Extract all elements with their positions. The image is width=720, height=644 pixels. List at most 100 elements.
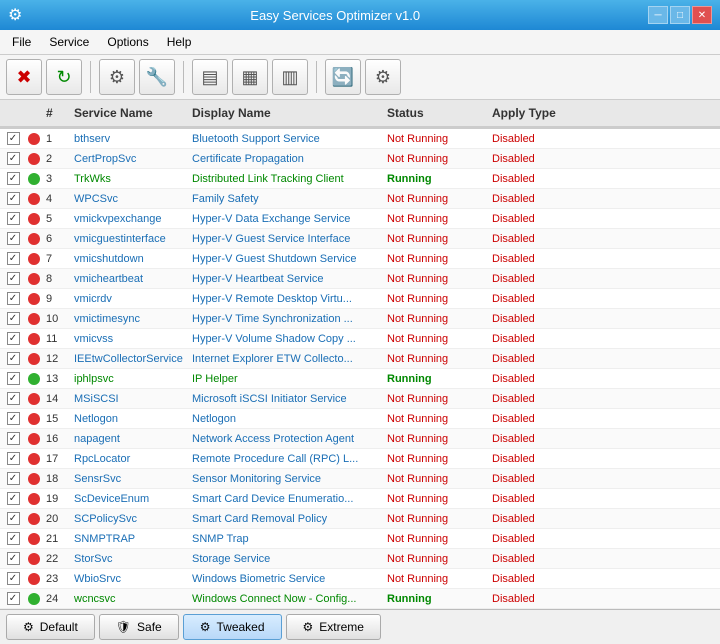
refresh-toolbar-button[interactable]: ↻ (46, 59, 82, 95)
apply-type: Disabled (488, 431, 578, 447)
list1-toolbar-button[interactable]: ▤ (192, 59, 228, 95)
apply-type: Disabled (488, 451, 578, 467)
status-dot (26, 433, 42, 445)
settings2-toolbar-button[interactable]: 🔧 (139, 59, 175, 95)
service-name: IEEtwCollectorService (70, 351, 188, 367)
table-row: 16napagentNetwork Access Protection Agen… (0, 429, 720, 449)
row-checkbox[interactable] (0, 312, 26, 325)
row-number: 1 (42, 131, 70, 147)
service-name: RpcLocator (70, 451, 188, 467)
status-dot (26, 453, 42, 465)
apply-type: Disabled (488, 131, 578, 147)
table-row: 9vmicrdvHyper-V Remote Desktop Virtu...N… (0, 289, 720, 309)
row-number: 14 (42, 391, 70, 407)
status-dot (26, 213, 42, 225)
row-checkbox[interactable] (0, 252, 26, 265)
service-name: vmicrdv (70, 291, 188, 307)
row-checkbox[interactable] (0, 372, 26, 385)
service-name: iphlpsvc (70, 371, 188, 387)
row-checkbox[interactable] (0, 392, 26, 405)
display-name: Smart Card Device Enumeratio... (188, 491, 383, 507)
menu-item-file[interactable]: File (4, 32, 39, 52)
row-number: 5 (42, 211, 70, 227)
row-checkbox[interactable] (0, 512, 26, 525)
status-dot (26, 393, 42, 405)
tab-tweaked[interactable]: ⚙Tweaked (183, 614, 282, 640)
service-status: Not Running (383, 151, 488, 167)
row-number: 6 (42, 231, 70, 247)
apply-type: Disabled (488, 251, 578, 267)
service-name: vmicshutdown (70, 251, 188, 267)
status-dot (26, 493, 42, 505)
service-status: Not Running (383, 131, 488, 147)
update-toolbar-button[interactable]: 🔄 (325, 59, 361, 95)
display-name: Distributed Link Tracking Client (188, 171, 383, 187)
tab-safe[interactable]: 🛡 Safe (99, 614, 179, 640)
row-checkbox[interactable] (0, 172, 26, 185)
row-checkbox[interactable] (0, 212, 26, 225)
row-checkbox[interactable] (0, 472, 26, 485)
row-number: 19 (42, 491, 70, 507)
row-number: 24 (42, 591, 70, 607)
minimize-button[interactable]: ─ (648, 6, 668, 24)
row-checkbox[interactable] (0, 592, 26, 605)
status-dot (26, 513, 42, 525)
apply-type: Disabled (488, 411, 578, 427)
service-status: Not Running (383, 451, 488, 467)
row-checkbox[interactable] (0, 292, 26, 305)
row-checkbox[interactable] (0, 412, 26, 425)
service-name: bthserv (70, 131, 188, 147)
menu-item-service[interactable]: Service (41, 32, 97, 52)
row-checkbox[interactable] (0, 192, 26, 205)
apply-type: Disabled (488, 511, 578, 527)
settings1-toolbar-button[interactable]: ⚙ (99, 59, 135, 95)
apply-type: Disabled (488, 591, 578, 607)
display-name: Storage Service (188, 551, 383, 567)
row-checkbox[interactable] (0, 532, 26, 545)
service-status: Not Running (383, 311, 488, 327)
status-dot (26, 193, 42, 205)
row-checkbox[interactable] (0, 152, 26, 165)
service-status: Not Running (383, 491, 488, 507)
tab-default[interactable]: ⚙Default (6, 614, 95, 640)
table-row: 21SNMPTRAPSNMP TrapNot RunningDisabled (0, 529, 720, 549)
row-number: 2 (42, 151, 70, 167)
row-checkbox[interactable] (0, 452, 26, 465)
col-checkbox (0, 104, 26, 122)
row-checkbox[interactable] (0, 272, 26, 285)
table-row: 1bthservBluetooth Support ServiceNot Run… (0, 129, 720, 149)
row-number: 16 (42, 431, 70, 447)
row-checkbox[interactable] (0, 552, 26, 565)
list2-toolbar-button[interactable]: ▦ (232, 59, 268, 95)
maximize-button[interactable]: □ (670, 6, 690, 24)
bottom-tabs: ⚙Default 🛡 Safe ⚙Tweaked⚙Extreme (0, 609, 720, 644)
display-name: Network Access Protection Agent (188, 431, 383, 447)
stop-toolbar-button[interactable]: ✖ (6, 59, 42, 95)
status-dot (26, 253, 42, 265)
menu-item-options[interactable]: Options (99, 32, 156, 52)
service-status: Not Running (383, 231, 488, 247)
status-dot (26, 473, 42, 485)
row-checkbox[interactable] (0, 352, 26, 365)
close-button[interactable]: ✕ (692, 6, 712, 24)
row-number: 9 (42, 291, 70, 307)
table-row: 3TrkWksDistributed Link Tracking ClientR… (0, 169, 720, 189)
status-dot (26, 593, 42, 605)
row-checkbox[interactable] (0, 332, 26, 345)
apply-type: Disabled (488, 391, 578, 407)
menu-item-help[interactable]: Help (159, 32, 200, 52)
col-apply-type: Apply Type (488, 104, 578, 122)
row-checkbox[interactable] (0, 572, 26, 585)
safe-tab-icon: 🛡 (116, 620, 131, 634)
list3-toolbar-button[interactable]: ▥ (272, 59, 308, 95)
options-toolbar-button[interactable]: ⚙ (365, 59, 401, 95)
row-checkbox[interactable] (0, 132, 26, 145)
tab-extreme[interactable]: ⚙Extreme (286, 614, 381, 640)
row-checkbox[interactable] (0, 432, 26, 445)
apply-type: Disabled (488, 191, 578, 207)
row-checkbox[interactable] (0, 492, 26, 505)
row-checkbox[interactable] (0, 232, 26, 245)
apply-type: Disabled (488, 291, 578, 307)
safe-tab-label: Safe (137, 620, 162, 634)
main-area: 1bthservBluetooth Support ServiceNot Run… (0, 129, 720, 609)
